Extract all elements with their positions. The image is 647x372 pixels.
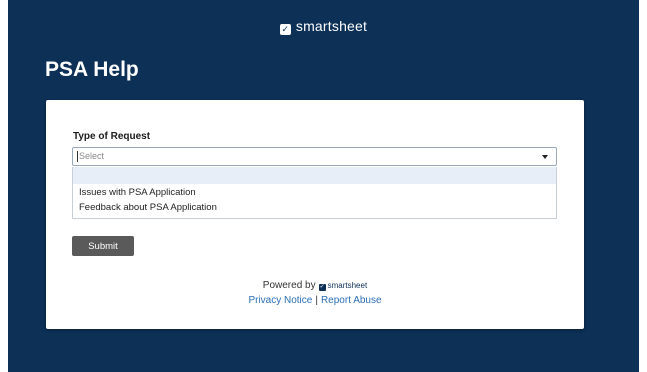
page-title: PSA Help: [45, 58, 139, 81]
privacy-notice-link[interactable]: Privacy Notice: [248, 295, 312, 306]
option-feedback-about-psa-application[interactable]: Feedback about PSA Application: [79, 202, 217, 213]
brand-name: smartsheet: [295, 18, 368, 34]
submit-button[interactable]: Submit: [72, 236, 134, 256]
smartsheet-logo-icon: ✓: [279, 24, 291, 35]
chevron-down-icon[interactable]: [542, 155, 548, 159]
dropdown-highlighted-row[interactable]: [73, 167, 556, 184]
header-background: ✓ smartsheet PSA Help Type of Request Sel…: [8, 0, 639, 372]
form-card: Type of Request Select Issues with PSA A…: [46, 100, 584, 329]
dropdown-menu: Issues with PSA Application Feedback abo…: [72, 167, 557, 219]
smartsheet-mini-logo-icon: ✓: [318, 284, 326, 291]
footer-links: Privacy Notice | Report Abuse: [46, 295, 584, 306]
report-abuse-link[interactable]: Report Abuse: [321, 295, 382, 306]
link-separator: |: [315, 295, 318, 306]
type-of-request-label: Type of Request: [73, 131, 151, 142]
powered-by: Powered by ✓ smartsheet: [46, 280, 584, 291]
text-cursor: [77, 151, 78, 162]
type-of-request-select[interactable]: Select: [72, 147, 557, 166]
option-issues-with-psa-application[interactable]: Issues with PSA Application: [79, 187, 196, 198]
select-placeholder: Select: [79, 151, 105, 161]
powered-by-brand: smartsheet: [327, 281, 368, 290]
brand-header: ✓ smartsheet: [8, 18, 639, 35]
powered-by-text: Powered by: [262, 280, 316, 291]
